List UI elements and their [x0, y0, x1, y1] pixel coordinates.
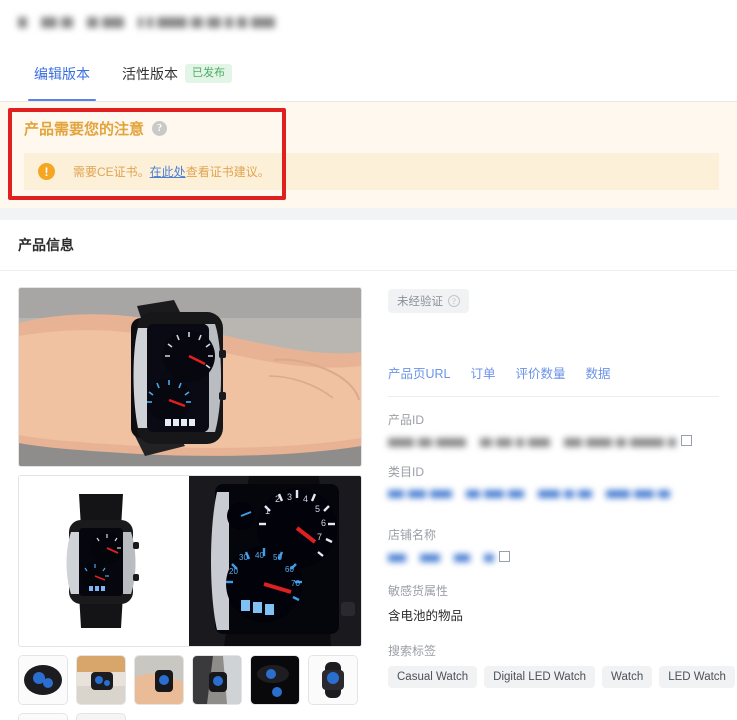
svg-text:3: 3: [287, 492, 292, 502]
svg-text:60: 60: [285, 565, 294, 574]
link-orders[interactable]: 订单: [471, 363, 496, 382]
svg-text:4: 4: [303, 494, 308, 504]
svg-text:70: 70: [291, 579, 300, 588]
certificate-alert-row: ! 需要CE证书。在此处查看证书建议。: [24, 153, 719, 190]
certificate-alert-message: 需要CE证书。在此处查看证书建议。: [73, 163, 270, 180]
product-second-image[interactable]: 3 45 6 7 2 1 40 50 60 70 30 20: [18, 475, 362, 647]
link-data[interactable]: 数据: [586, 363, 611, 382]
svg-text:50: 50: [273, 553, 282, 562]
product-links-row: 产品页URL 订单 评价数量 数据: [388, 363, 719, 397]
attention-banner: 产品需要您的注意 ? ! 需要CE证书。在此处查看证书建议。: [0, 102, 737, 208]
link-review-count[interactable]: 评价数量: [516, 363, 566, 382]
alert-message-suffix: 查看证书建议。: [185, 165, 270, 179]
tab-active-version[interactable]: 活性版本 已发布: [106, 46, 248, 101]
tab-edit-version-label: 编辑版本: [34, 65, 90, 82]
copy-icon[interactable]: [499, 550, 510, 562]
field-category-id-value: [388, 486, 719, 501]
field-store-name: 店铺名称: [388, 526, 719, 564]
field-product-id-label: 产品ID: [388, 413, 425, 427]
window-title-redacted: [18, 14, 279, 32]
search-tag[interactable]: Casual Watch: [388, 666, 478, 689]
thumbnail-item[interactable]: [134, 655, 184, 705]
product-title-redacted: [388, 335, 719, 349]
product-info-card: 产品信息 3 4 5 6 7 2 1 40 50 60 70 30 20 未经验…: [0, 220, 737, 720]
search-tag[interactable]: LED Watch: [659, 666, 735, 689]
thumbnail-item[interactable]: [18, 713, 68, 720]
attention-banner-title: 产品需要您的注意 ?: [18, 118, 719, 139]
view-certificate-advice-link[interactable]: 在此处: [150, 165, 186, 179]
svg-text:7: 7: [317, 532, 322, 542]
field-category-id-label: 类目ID: [388, 464, 425, 479]
verification-status-label: 未经验证: [397, 296, 443, 308]
product-gallery: 3 45 6 7 2 1 40 50 60 70 30 20: [18, 287, 362, 720]
thumbnail-item[interactable]: [76, 713, 126, 720]
product-info-body: 3 45 6 7 2 1 40 50 60 70 30 20 未经验证 ? 产品页UR…: [0, 271, 737, 720]
svg-text:2: 2: [275, 494, 280, 504]
product-details-column: 未经验证 ? 产品页URL 订单 评价数量 数据 产品ID 类目ID 店铺名称 …: [388, 287, 735, 720]
attention-banner-title-text: 产品需要您的注意: [24, 121, 145, 138]
field-product-id: 产品ID: [388, 411, 719, 449]
svg-text:5: 5: [315, 504, 320, 514]
thumbnail-item[interactable]: [76, 655, 126, 705]
svg-text:20: 20: [229, 567, 238, 576]
tab-active-version-label: 活性版本: [122, 65, 178, 82]
thumbnail-item[interactable]: [18, 655, 68, 705]
field-category-id: 类目ID: [388, 463, 719, 501]
alert-message-prefix: 需要CE证书。: [73, 165, 150, 179]
field-product-id-value: [388, 434, 719, 449]
search-tag-list: Casual Watch Digital LED Watch Watch LED…: [388, 666, 735, 689]
thumbnail-item[interactable]: [308, 655, 358, 705]
thumbnail-item[interactable]: [250, 655, 300, 705]
copy-icon[interactable]: [681, 435, 692, 447]
exclamation-icon: !: [38, 163, 55, 180]
field-search-tags: 搜索标签 Casual Watch Digital LED Watch Watc…: [388, 642, 735, 689]
svg-text:6: 6: [321, 518, 326, 528]
verification-status-badge: 未经验证 ?: [388, 289, 469, 313]
link-product-page-url[interactable]: 产品页URL: [388, 363, 451, 382]
version-tabbar: 编辑版本 活性版本 已发布: [0, 46, 737, 102]
field-sensitive-attribute-label: 敏感货属性: [388, 584, 449, 599]
product-main-image[interactable]: [18, 287, 362, 467]
product-info-header: 产品信息: [0, 220, 737, 271]
help-icon[interactable]: ?: [152, 121, 168, 136]
field-store-name-label: 店铺名称: [388, 528, 437, 543]
help-icon[interactable]: ?: [448, 295, 460, 307]
field-store-name-value: [388, 549, 719, 564]
search-tag[interactable]: Digital LED Watch: [484, 666, 596, 689]
search-tag[interactable]: Watch: [602, 666, 653, 689]
svg-text:40: 40: [255, 551, 264, 560]
thumbnail-item[interactable]: [192, 655, 242, 705]
product-thumbnail-strip: [18, 655, 362, 720]
published-badge: 已发布: [185, 63, 232, 84]
window-titlebar: [0, 0, 737, 46]
field-sensitive-attribute: 敏感货属性 含电池的物品: [388, 582, 719, 624]
svg-text:30: 30: [239, 553, 248, 562]
tab-edit-version[interactable]: 编辑版本: [18, 46, 106, 101]
field-sensitive-attribute-value: 含电池的物品: [388, 609, 464, 624]
svg-text:1: 1: [265, 506, 270, 516]
field-search-tags-label: 搜索标签: [388, 644, 437, 659]
